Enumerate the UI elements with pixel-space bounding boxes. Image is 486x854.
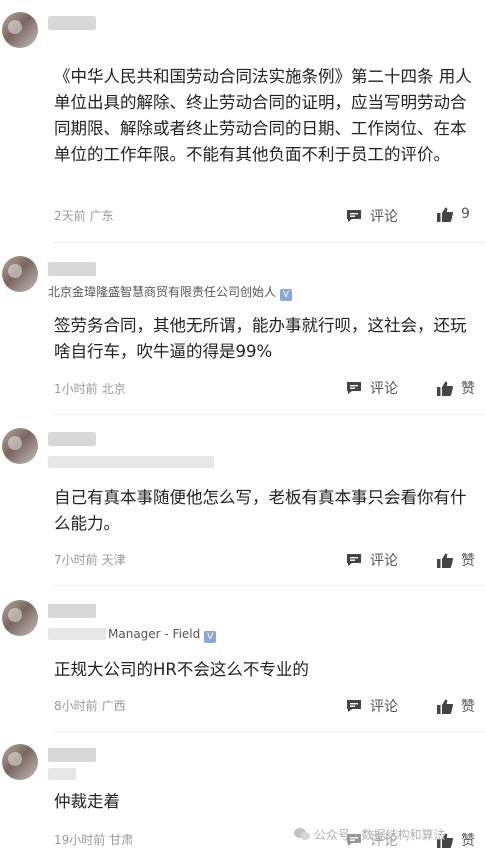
comment-time: 7小时前 bbox=[54, 553, 98, 567]
username-blurred[interactable] bbox=[48, 748, 96, 762]
divider bbox=[54, 242, 486, 243]
comment-location: 北京 bbox=[101, 382, 126, 396]
comment-icon bbox=[347, 210, 361, 222]
avatar[interactable] bbox=[2, 256, 38, 292]
wechat-watermark: 公众号 · 数据结构和算法 bbox=[294, 826, 445, 843]
comment-icon bbox=[347, 554, 361, 566]
username-blurred[interactable] bbox=[48, 604, 96, 618]
like-button[interactable]: 赞 bbox=[437, 378, 475, 398]
thumbs-up-icon bbox=[437, 381, 453, 396]
comment-location: 甘肃 bbox=[109, 833, 134, 847]
comment-text: 《中华人民共和国劳动合同法实施条例》第二十四条 用人单位出具的解除、终止劳动合同… bbox=[54, 67, 472, 164]
user-title-blurred bbox=[48, 456, 214, 468]
comment-button[interactable]: 评论 bbox=[346, 206, 398, 226]
username-blurred[interactable] bbox=[48, 432, 96, 446]
thumbs-up-icon bbox=[437, 553, 453, 568]
comment-text: 自己有真本事随便他怎么写，老板有真本事只会看你有什么能力。 bbox=[54, 488, 467, 533]
comment-icon bbox=[347, 700, 361, 712]
verified-badge-icon: V bbox=[280, 289, 293, 301]
comment-button[interactable]: 评论 bbox=[346, 696, 398, 716]
verified-badge-icon: V bbox=[204, 631, 217, 643]
comment-time: 19小时前 bbox=[54, 833, 106, 847]
watermark-text: 公众号 · 数据结构和算法 bbox=[314, 828, 446, 842]
avatar[interactable] bbox=[2, 12, 38, 48]
comment-location: 天津 bbox=[101, 553, 126, 567]
like-label: 赞 bbox=[461, 553, 475, 569]
like-label: 赞 bbox=[461, 833, 475, 849]
avatar[interactable] bbox=[2, 600, 38, 636]
comment-button-label: 评论 bbox=[370, 553, 398, 569]
comment-location: 广东 bbox=[89, 209, 114, 223]
comment-button-label: 评论 bbox=[370, 209, 398, 225]
comment-meta: 19小时前 甘肃 bbox=[54, 831, 133, 848]
comment-time: 1小时前 bbox=[54, 382, 98, 396]
user-title: Manager - Field V bbox=[108, 627, 217, 643]
comment-text: 仲裁走着 bbox=[54, 792, 120, 811]
comment-icon bbox=[347, 382, 361, 394]
user-title-text: 北京金瑋隆盛智慧商贸有限责任公司创始人 bbox=[48, 285, 277, 299]
like-count: 9 bbox=[461, 206, 470, 222]
comment-button[interactable]: 评论 bbox=[346, 550, 398, 570]
comment-meta: 8小时前 广西 bbox=[54, 697, 126, 714]
username-blurred[interactable] bbox=[48, 16, 96, 30]
user-title-text: Manager - Field bbox=[108, 627, 201, 641]
avatar[interactable] bbox=[2, 428, 38, 464]
thumbs-up-icon bbox=[437, 207, 453, 222]
like-label: 赞 bbox=[461, 381, 475, 397]
comment-button-label: 评论 bbox=[370, 699, 398, 715]
divider bbox=[54, 585, 486, 586]
thumbs-up-icon bbox=[437, 699, 453, 714]
like-button[interactable]: 赞 bbox=[437, 550, 475, 570]
username-blurred[interactable] bbox=[48, 262, 96, 276]
divider bbox=[54, 731, 486, 732]
divider bbox=[54, 414, 486, 415]
avatar[interactable] bbox=[2, 744, 38, 780]
comment-button[interactable]: 评论 bbox=[346, 378, 398, 398]
user-title-blurred bbox=[48, 768, 76, 780]
like-label: 赞 bbox=[461, 699, 475, 715]
comment-button-label: 评论 bbox=[370, 381, 398, 397]
wechat-icon bbox=[294, 828, 310, 840]
comment-time: 8小时前 bbox=[54, 699, 98, 713]
user-title-blurred bbox=[48, 628, 106, 640]
like-button[interactable]: 赞 bbox=[437, 696, 475, 716]
comment-text: 签劳务合同，其他无所谓，能办事就行呗，这社会，还玩啥自行车，吹牛逼的得是99% bbox=[54, 316, 467, 361]
comment-time: 2天前 bbox=[54, 209, 86, 223]
user-title: 北京金瑋隆盛智慧商贸有限责任公司创始人 V bbox=[48, 283, 293, 301]
comment-meta: 1小时前 北京 bbox=[54, 380, 126, 397]
comment-meta: 2天前 广东 bbox=[54, 207, 114, 224]
comment-meta: 7小时前 天津 bbox=[54, 551, 126, 568]
comment-text: 正规大公司的HR不会这么不专业的 bbox=[54, 660, 309, 679]
like-button[interactable]: 9 bbox=[437, 206, 470, 222]
comment-location: 广西 bbox=[101, 699, 126, 713]
